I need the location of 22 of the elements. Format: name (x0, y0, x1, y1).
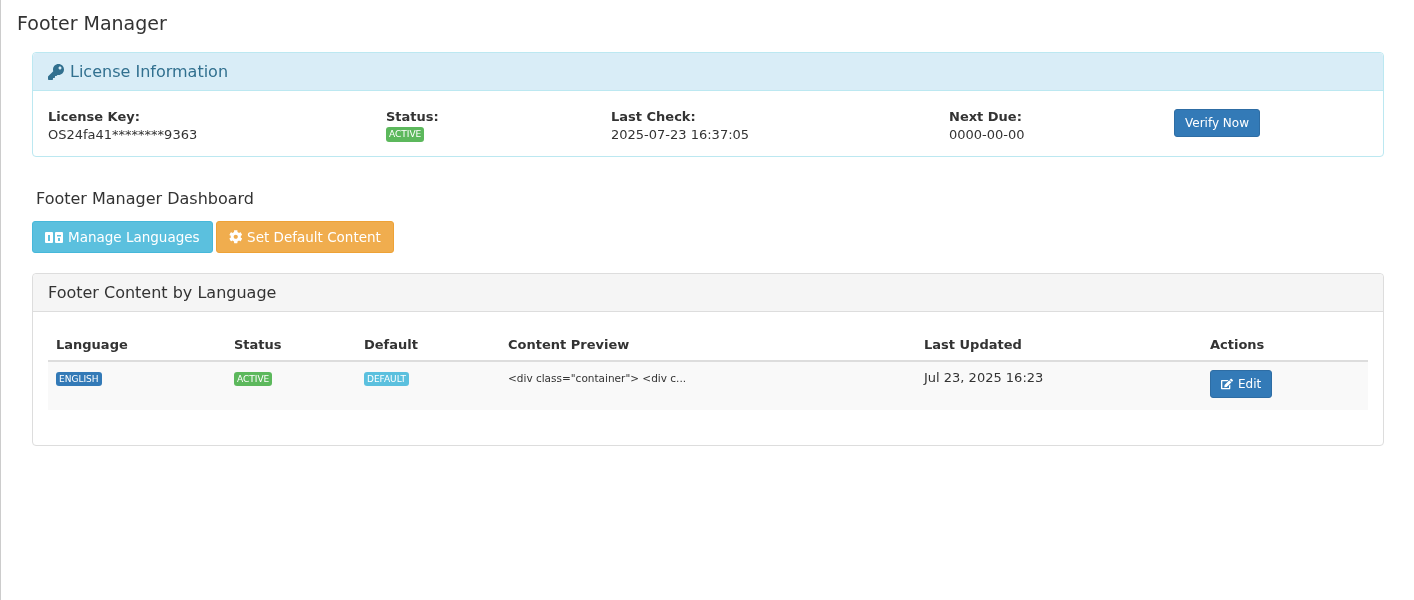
field-value: OS24fa41********9363 (48, 127, 198, 142)
content-preview: <div class="container"> <div c... (508, 372, 687, 384)
status-badge: ACTIVE (386, 127, 425, 142)
language-badge: ENGLISH (56, 372, 102, 386)
panel-title: License Information (70, 62, 229, 81)
field-label: Status: (386, 109, 439, 124)
default-badge: DEFAULT (364, 372, 409, 386)
last-updated: Jul 23, 2025 16:23 (924, 370, 1044, 385)
field-label: License Key: (48, 109, 140, 124)
key-icon (48, 63, 64, 80)
field-value: 0000-00-00 (949, 127, 1025, 142)
edit-icon (1221, 378, 1233, 390)
section-title: Footer Manager Dashboard (36, 189, 255, 208)
page-title: Footer Manager (17, 12, 168, 34)
gear-icon (228, 230, 243, 244)
status-badge: ACTIVE (234, 372, 273, 386)
verify-button[interactable]: Verify Now (1174, 109, 1260, 137)
edit-button[interactable]: Edit (1210, 370, 1273, 398)
field-value: 2025-07-23 16:37:05 (611, 127, 750, 142)
panel-title: Footer Content by Language (48, 283, 277, 302)
field-label: Next Due: (949, 109, 1022, 124)
field-label: Last Check: (611, 109, 696, 124)
